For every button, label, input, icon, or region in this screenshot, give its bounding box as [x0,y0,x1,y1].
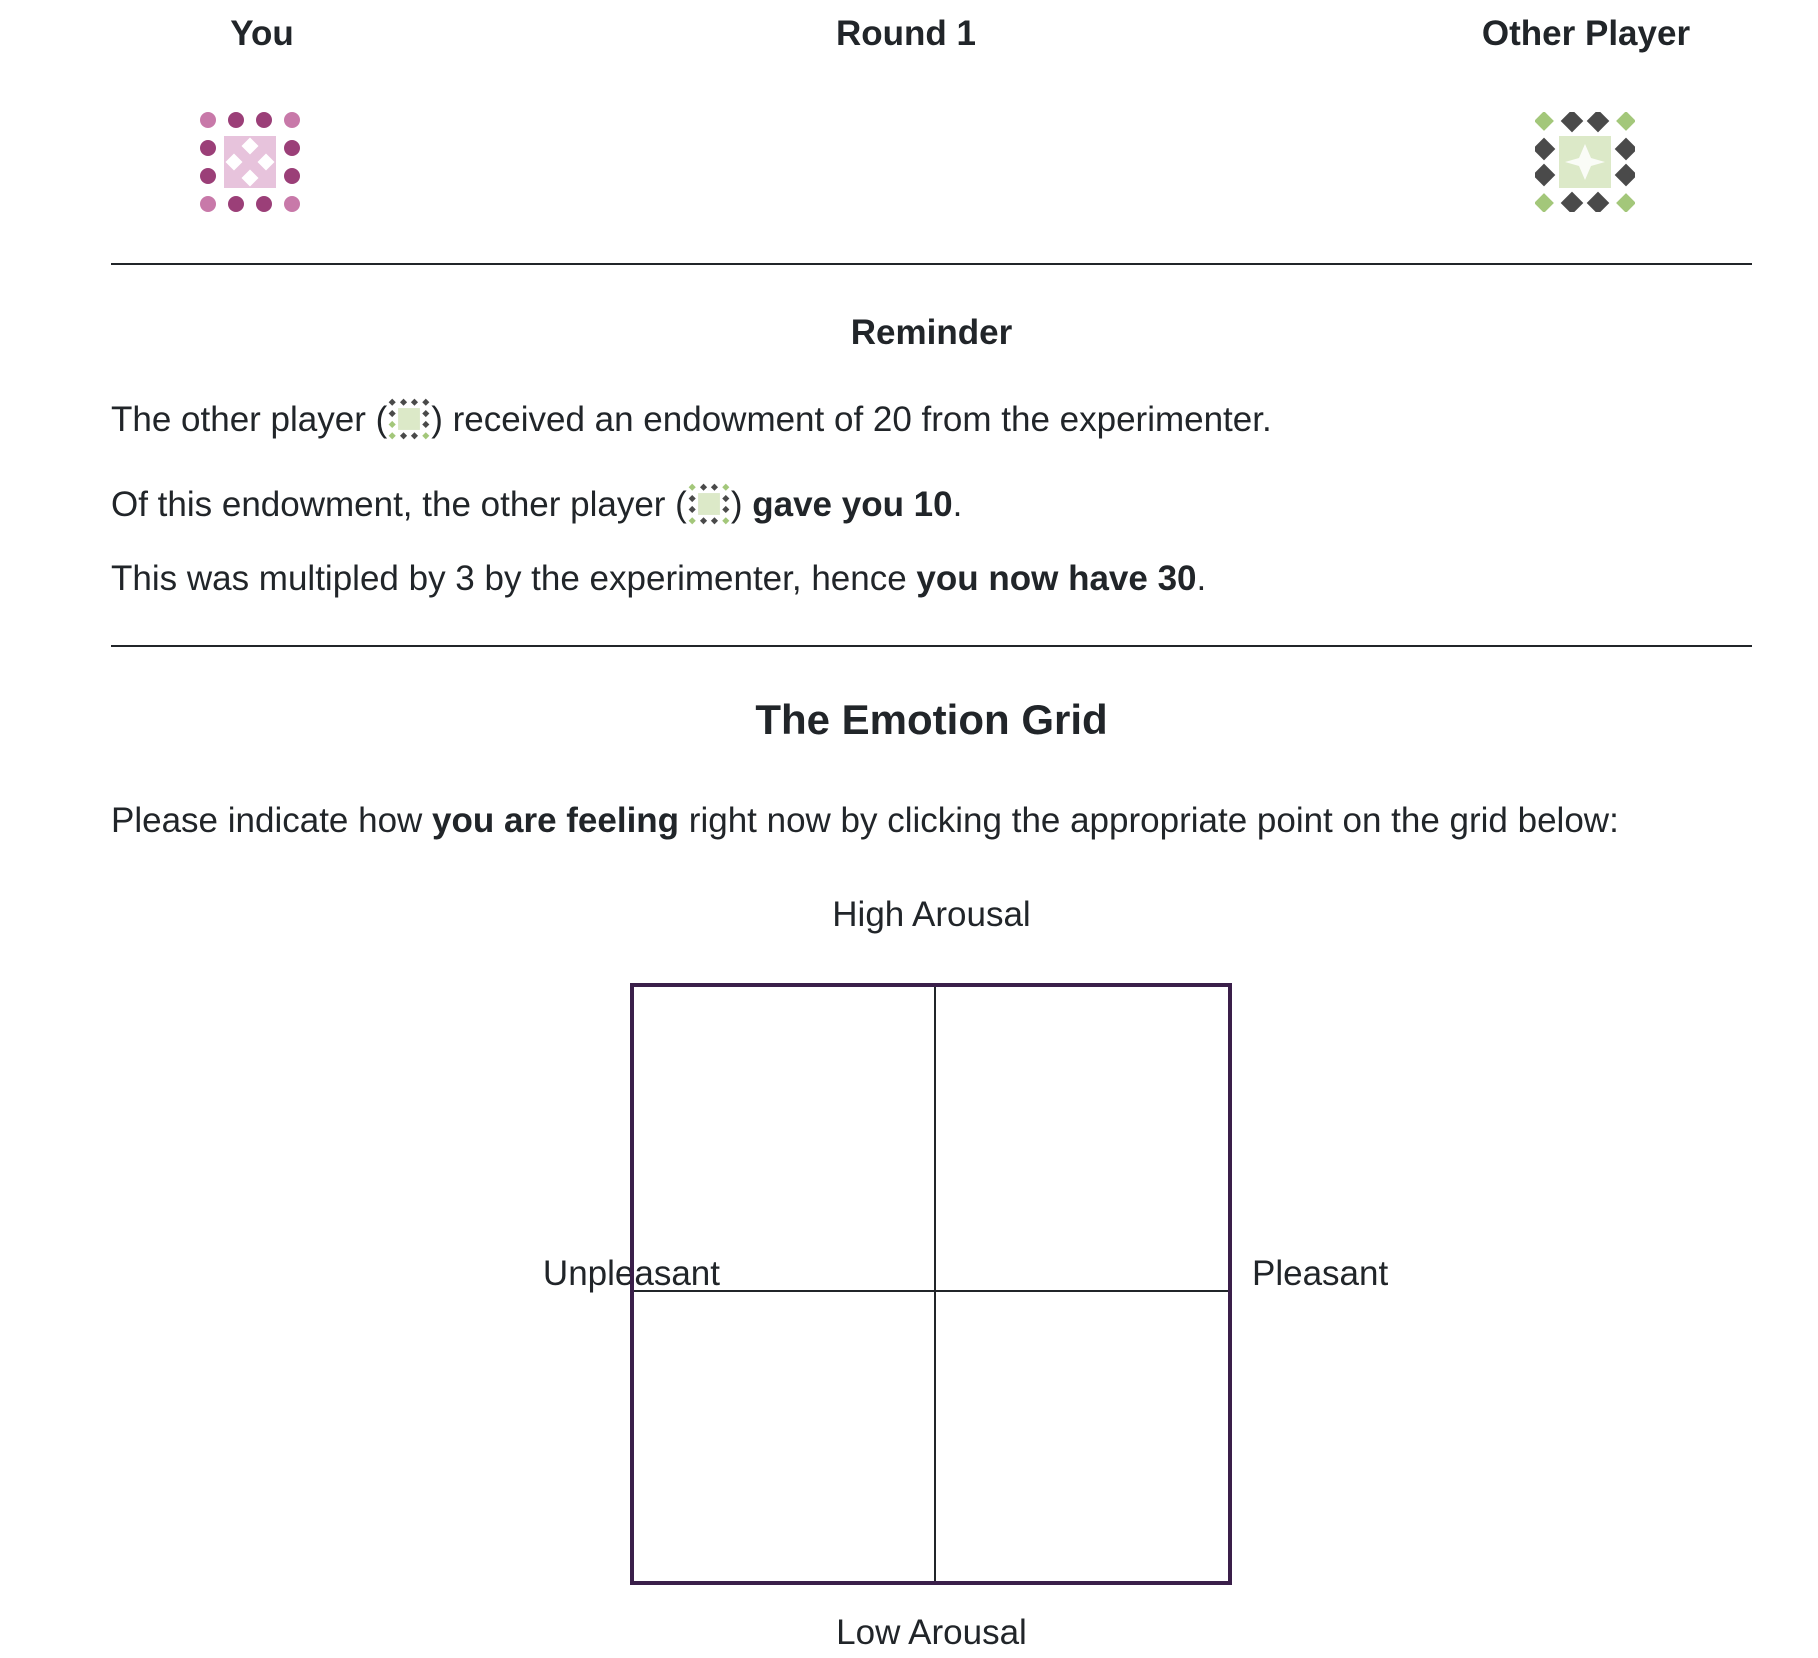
reminder-line3-text-a: This was multipled by 3 by the experimen… [111,559,917,598]
instruction-text-b: right now by clicking the appropriate po… [679,801,1619,840]
other-player-mini-icon [688,483,730,525]
reminder-gave-amount: gave you 10 [752,485,953,524]
page: You Round 1 Other Player Reminder The ot… [111,0,1752,1652]
reminder-line1-text-a: The other player ( [111,400,388,439]
other-player-avatar-icon [1535,112,1635,212]
emotion-grid-instruction: Please indicate how you are feeling righ… [111,800,1619,842]
reminder-divider [111,645,1752,647]
reminder-line3-text-b: . [1196,559,1207,598]
you-label: You [230,14,294,53]
reminder-line-endowment: The other player ( ) received an endowme… [111,398,1272,441]
reminder-line2-text-b: ) [730,485,753,524]
grid-vertical-axis [934,987,936,1581]
reminder-line2-text-c: . [952,485,963,524]
round-label: Round 1 [836,14,976,53]
you-avatar-icon [200,112,300,212]
reminder-line-gave: Of this endowment, the other player ( ) … [111,483,962,526]
other-player-label: Other Player [1481,14,1691,53]
low-arousal-label: Low Arousal [836,1613,1027,1652]
header-divider [111,263,1752,265]
reminder-now-have-amount: you now have 30 [916,559,1197,598]
emotion-grid-title: The Emotion Grid [755,696,1108,743]
grid-horizontal-axis [634,1290,1228,1292]
players-header: You Round 1 Other Player [111,0,1752,263]
other-player-mini-icon [388,398,430,440]
reminder-line-multiplied: This was multipled by 3 by the experimen… [111,558,1206,600]
instruction-emphasis: you are feeling [432,801,680,840]
instruction-text-a: Please indicate how [111,801,433,840]
reminder-title: Reminder [850,313,1013,352]
reminder-line1-text-b: ) received an endowment of 20 from the e… [431,400,1272,439]
high-arousal-label: High Arousal [832,895,1031,934]
reminder-line2-text-a: Of this endowment, the other player ( [111,485,687,524]
pleasant-label: Pleasant [1252,1254,1389,1293]
emotion-grid-canvas[interactable] [630,983,1232,1585]
